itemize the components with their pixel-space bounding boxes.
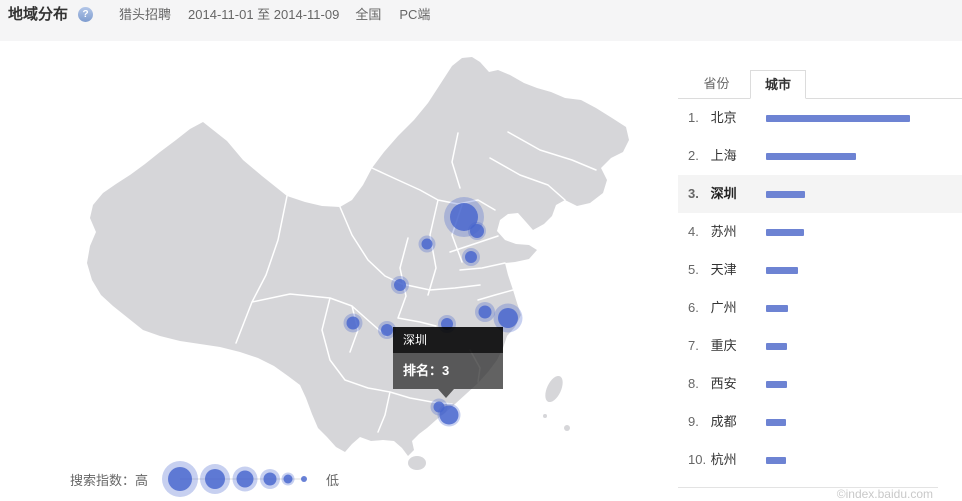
city-dot[interactable]: [470, 224, 484, 238]
rank-number: 1.: [688, 99, 707, 137]
rank-number: 8.: [688, 365, 707, 403]
ranking-row[interactable]: 7. 重庆: [678, 327, 962, 365]
rank-number: 9.: [688, 403, 707, 441]
ranking-row[interactable]: 6. 广州: [678, 289, 962, 327]
rank-number: 2.: [688, 137, 707, 175]
legend-dots-layer: [162, 461, 307, 497]
ranking-row[interactable]: 3. 深圳: [678, 175, 962, 213]
small-island-shape: [543, 414, 547, 418]
city-dot[interactable]: [422, 239, 433, 250]
rank-panel: 省份 城市 1. 北京 2. 上海 3. 深圳 4. 苏州 5. 天津 6. 广…: [678, 70, 962, 479]
search-index-bar: [766, 343, 787, 350]
rank-number: 7.: [688, 327, 707, 365]
city-name: 广州: [711, 300, 737, 315]
tab-city[interactable]: 城市: [750, 70, 806, 99]
city-name: 西安: [711, 376, 737, 391]
ranking-row[interactable]: 1. 北京: [678, 99, 962, 137]
city-dot[interactable]: [479, 306, 492, 319]
city-dot: [237, 471, 254, 488]
search-index-legend: 搜索指数：高 低: [70, 461, 339, 497]
city-dot[interactable]: [347, 317, 360, 330]
city-dot: [284, 475, 293, 484]
city-dot: [205, 469, 225, 489]
city-dot[interactable]: [440, 406, 459, 425]
city-dot[interactable]: [465, 251, 477, 263]
city-dot[interactable]: [381, 324, 393, 336]
city-name: 上海: [711, 148, 737, 163]
city-dot[interactable]: [498, 308, 518, 328]
tooltip-arrow: [438, 389, 454, 398]
city-name: 北京: [711, 110, 737, 125]
city-name: 天津: [711, 262, 737, 277]
watermark: ©index.baidu.com: [837, 487, 933, 501]
city-ranking-list: 1. 北京 2. 上海 3. 深圳 4. 苏州 5. 天津 6. 广州 7. 重…: [678, 99, 962, 479]
search-index-bar: [766, 115, 910, 122]
city-dot: [264, 473, 277, 486]
rank-number: 6.: [688, 289, 707, 327]
tab-province[interactable]: 省份: [683, 70, 750, 98]
legend-label-high: 搜索指数：高: [70, 470, 148, 489]
city-name: 成都: [711, 414, 737, 429]
ranking-row[interactable]: 9. 成都: [678, 403, 962, 441]
china-map-landmass: [87, 57, 629, 470]
small-island-shape: [564, 425, 570, 431]
search-index-bar: [766, 419, 786, 426]
legend-label-low: 低: [326, 470, 339, 489]
rank-number: 4.: [688, 213, 707, 251]
rank-tabs: 省份 城市: [678, 70, 962, 99]
search-index-bar: [766, 381, 787, 388]
search-index-bar: [766, 229, 804, 236]
ranking-row[interactable]: 2. 上海: [678, 137, 962, 175]
map-tooltip: 深圳 排名：3: [393, 327, 503, 389]
ranking-row[interactable]: 4. 苏州: [678, 213, 962, 251]
city-dot[interactable]: [394, 279, 406, 291]
search-index-bar: [766, 267, 798, 274]
city-name: 杭州: [711, 452, 737, 467]
city-dot: [301, 476, 307, 482]
city-name: 重庆: [711, 338, 737, 353]
rank-number: 10.: [688, 441, 707, 479]
hainan-island-shape: [408, 456, 426, 470]
rank-number: 3.: [688, 175, 707, 213]
search-index-bar: [766, 191, 805, 198]
ranking-row[interactable]: 8. 西安: [678, 365, 962, 403]
city-dot: [168, 467, 192, 491]
search-index-bar: [766, 457, 786, 464]
search-index-bar: [766, 305, 788, 312]
tooltip-city-name: 深圳: [393, 327, 503, 353]
ranking-row[interactable]: 5. 天津: [678, 251, 962, 289]
tooltip-rank: 排名：3: [393, 353, 503, 389]
taiwan-island-shape: [542, 373, 567, 404]
search-index-bar: [766, 153, 856, 160]
city-name: 苏州: [711, 224, 737, 239]
rank-number: 5.: [688, 251, 707, 289]
city-name: 深圳: [711, 186, 737, 201]
ranking-row[interactable]: 10. 杭州: [678, 441, 962, 479]
